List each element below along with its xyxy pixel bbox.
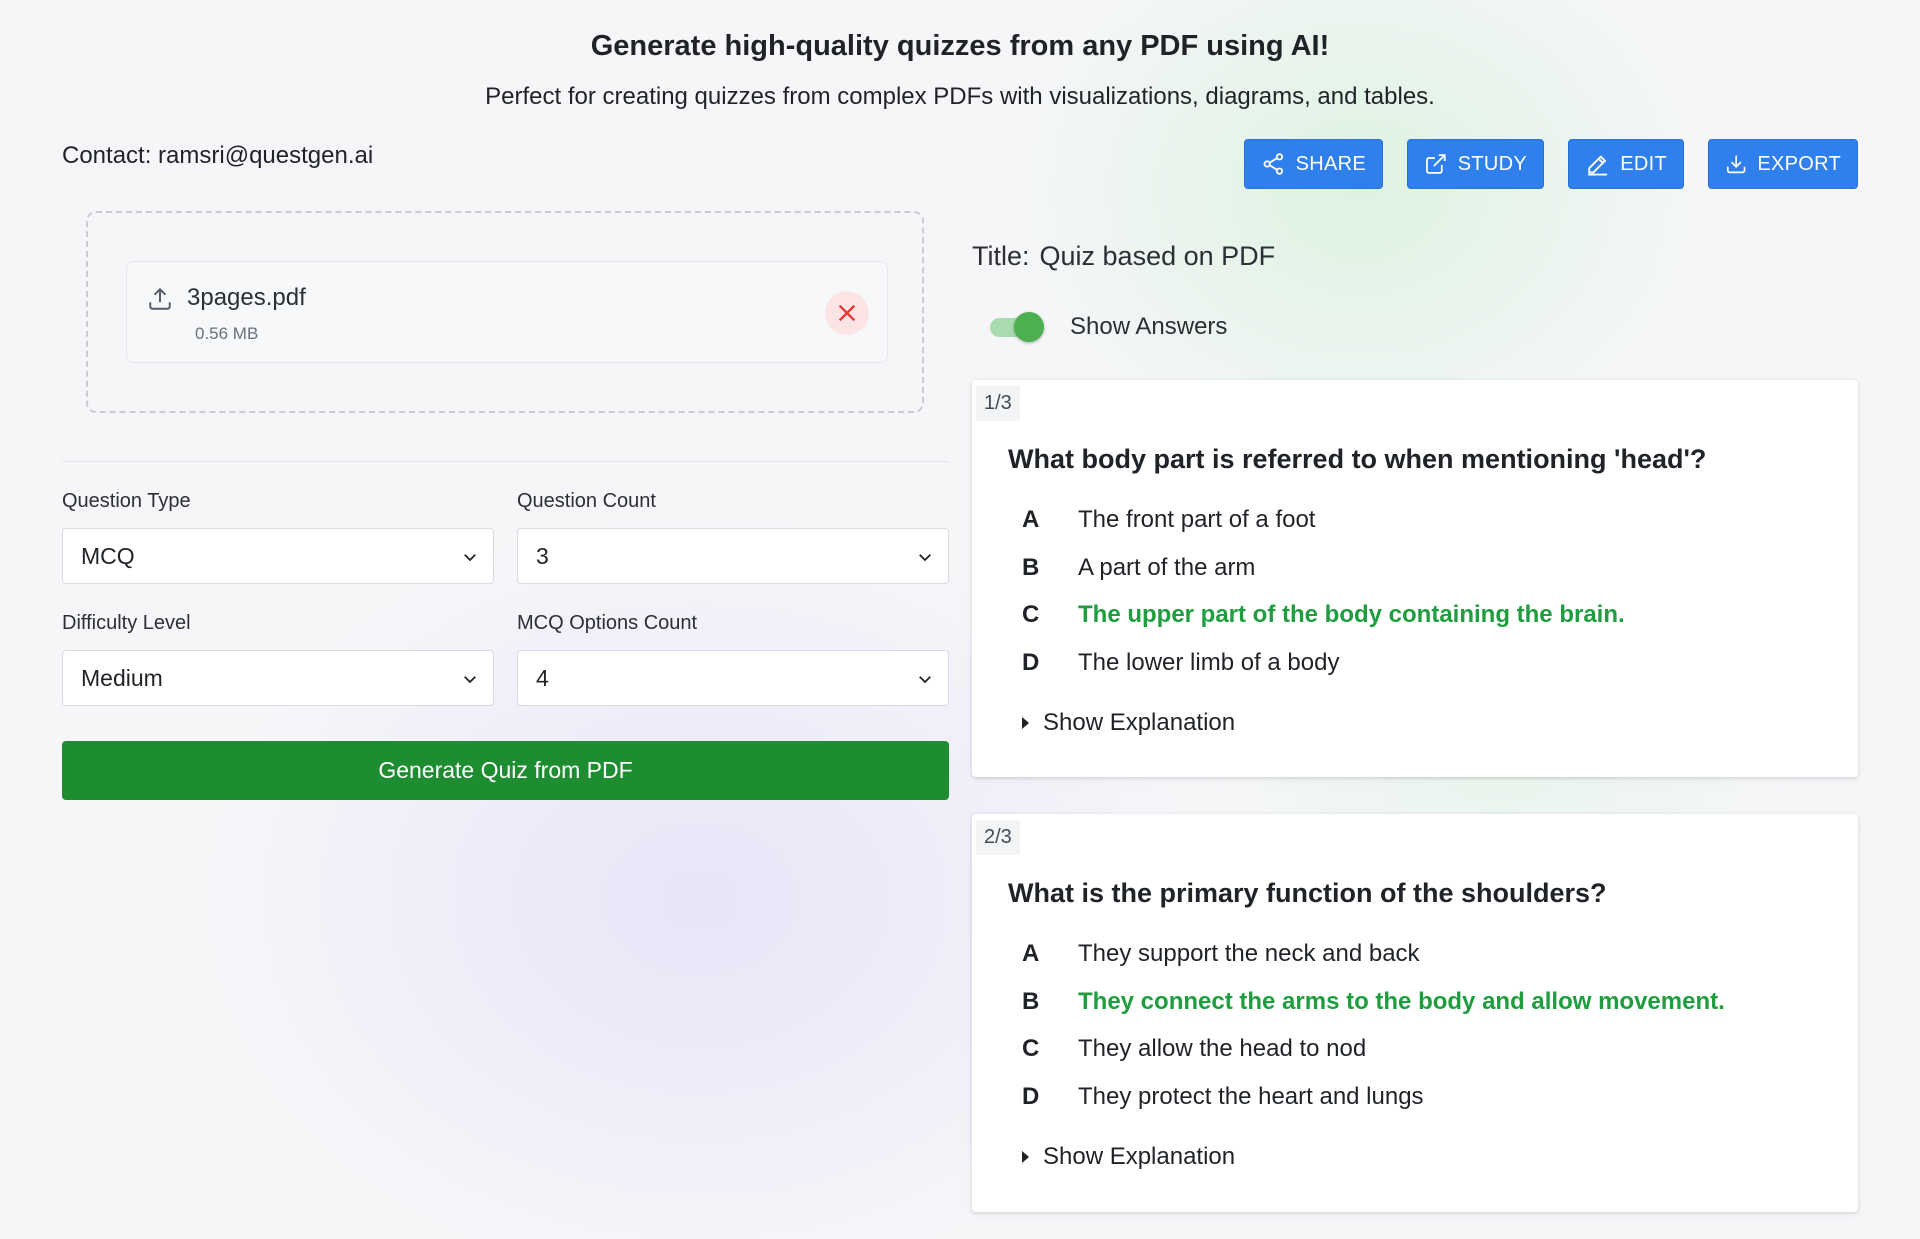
section-divider <box>62 461 949 462</box>
mcq-options-label: MCQ Options Count <box>517 612 698 634</box>
show-answers-toggle[interactable] <box>990 312 1046 342</box>
edit-button[interactable]: EDIT <box>1568 139 1684 189</box>
option-letter: A <box>1022 506 1040 533</box>
question-count-select[interactable]: 3 <box>517 528 949 584</box>
option-text: A part of the arm <box>1078 554 1256 581</box>
difficulty-label: Difficulty Level <box>62 612 191 634</box>
question-type-select[interactable]: MCQ <box>62 528 494 584</box>
show-explanation-label: Show Explanation <box>1043 709 1236 736</box>
question-count-value: 3 <box>536 542 549 569</box>
option-letter: D <box>1022 649 1040 676</box>
show-explanation-toggle[interactable]: Show Explanation <box>1022 1143 1235 1171</box>
option-text: They allow the head to nod <box>1078 1035 1367 1062</box>
export-button[interactable]: EXPORT <box>1708 139 1858 189</box>
answer-option: C They allow the head to nod <box>1022 1035 1366 1063</box>
edit-button-label: EDIT <box>1620 152 1667 175</box>
caret-right-icon <box>1022 717 1029 729</box>
file-name: 3pages.pdf <box>187 284 306 311</box>
answer-option: A The front part of a foot <box>1022 506 1315 534</box>
option-text: The upper part of the body containing th… <box>1078 601 1625 628</box>
option-text: They connect the arms to the body and al… <box>1078 988 1725 1015</box>
question-text: What body part is referred to when menti… <box>1008 444 1707 474</box>
show-explanation-toggle[interactable]: Show Explanation <box>1022 709 1235 737</box>
mcq-options-select[interactable]: 4 <box>517 650 949 706</box>
close-icon <box>838 304 856 322</box>
file-size: 0.56 MB <box>195 324 259 343</box>
question-text: What is the primary function of the shou… <box>1008 878 1607 908</box>
question-type-value: MCQ <box>81 542 135 569</box>
chevron-down-icon <box>464 554 476 562</box>
option-text: They support the neck and back <box>1078 940 1420 967</box>
answer-option-correct: B They connect the arms to the body and … <box>1022 988 1725 1016</box>
page-subline: Perfect for creating quizzes from comple… <box>485 83 1435 110</box>
option-text: The front part of a foot <box>1078 506 1316 533</box>
question-count-label: Question Count <box>517 490 656 512</box>
question-number: 1/3 <box>976 386 1020 421</box>
chevron-down-icon <box>464 676 476 684</box>
option-letter: C <box>1022 1035 1040 1062</box>
option-letter: B <box>1022 988 1040 1015</box>
page: Generate high-quality quizzes from any P… <box>0 0 1920 1239</box>
share-button[interactable]: SHARE <box>1244 139 1383 189</box>
option-text: The lower limb of a body <box>1078 649 1340 676</box>
external-link-icon <box>1426 154 1446 174</box>
answer-option: D They protect the heart and lungs <box>1022 1083 1424 1111</box>
contact-text: Contact: ramsri@questgen.ai <box>62 142 374 169</box>
answer-option-correct: C The upper part of the body containing … <box>1022 601 1625 629</box>
quiz-title-label: Title: <box>972 241 1030 271</box>
option-letter: A <box>1022 940 1040 967</box>
quiz-title: Title: Quiz based on PDF <box>972 241 1275 272</box>
quiz-title-value: Quiz based on PDF <box>1039 241 1276 271</box>
question-number: 2/3 <box>976 820 1020 855</box>
page-headline: Generate high-quality quizzes from any P… <box>590 30 1330 62</box>
upload-icon <box>149 287 171 310</box>
answer-option: B A part of the arm <box>1022 554 1255 582</box>
toggle-knob <box>1014 312 1044 342</box>
question-type-label: Question Type <box>62 490 191 512</box>
download-icon <box>1726 155 1746 174</box>
pencil-icon <box>1588 155 1608 176</box>
export-button-label: EXPORT <box>1757 152 1841 175</box>
pdf-dropzone[interactable]: 3pages.pdf 0.56 MB <box>86 211 924 413</box>
answer-option: A They support the neck and back <box>1022 940 1420 968</box>
option-letter: B <box>1022 554 1040 581</box>
show-answers-label: Show Answers <box>1070 313 1228 340</box>
study-button-label: STUDY <box>1457 152 1527 175</box>
question-card: 1/3 What body part is referred to when m… <box>972 380 1858 777</box>
share-icon <box>1263 153 1284 175</box>
remove-file-button[interactable] <box>825 291 869 335</box>
chevron-down-icon <box>919 676 931 684</box>
difficulty-select[interactable]: Medium <box>62 650 494 706</box>
question-card: 2/3 What is the primary function of the … <box>972 814 1858 1212</box>
mcq-options-value: 4 <box>536 664 549 691</box>
uploaded-file-card: 3pages.pdf 0.56 MB <box>126 261 888 363</box>
show-explanation-label: Show Explanation <box>1043 1143 1236 1170</box>
caret-right-icon <box>1022 1151 1029 1163</box>
answer-option: D The lower limb of a body <box>1022 649 1339 677</box>
share-button-label: SHARE <box>1295 152 1366 175</box>
generate-quiz-button[interactable]: Generate Quiz from PDF <box>62 741 949 800</box>
option-letter: D <box>1022 1083 1040 1110</box>
study-button[interactable]: STUDY <box>1407 139 1544 189</box>
option-letter: C <box>1022 601 1040 628</box>
difficulty-value: Medium <box>81 664 163 691</box>
option-text: They protect the heart and lungs <box>1078 1083 1424 1110</box>
chevron-down-icon <box>919 554 931 562</box>
action-toolbar: SHARE STUDY EDIT EXPORT <box>1244 139 1858 189</box>
